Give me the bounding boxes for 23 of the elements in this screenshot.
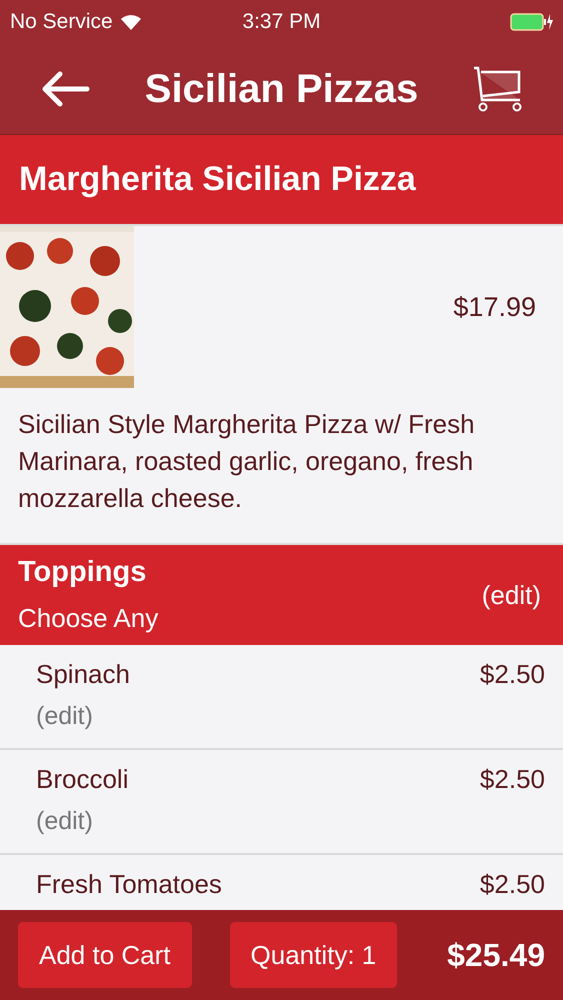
nav-title: Sicilian Pizzas <box>144 66 418 112</box>
topping-name: Broccoli <box>36 764 128 795</box>
battery-icon <box>510 13 553 31</box>
topping-name: Spinach <box>36 659 130 690</box>
wifi-icon <box>120 14 141 30</box>
status-time: 3:37 PM <box>242 10 321 34</box>
product-price: $17.99 <box>453 292 536 322</box>
product-name: Margherita Sicilian Pizza <box>19 160 416 199</box>
topping-name: Fresh Tomatoes <box>36 869 222 900</box>
topping-price: $2.50 <box>480 764 545 795</box>
back-arrow-icon[interactable] <box>42 71 90 107</box>
group-title: Toppings <box>18 556 146 588</box>
quantity-button[interactable]: Quantity: 1 <box>230 922 398 988</box>
edit-link[interactable]: (edit) <box>36 702 93 731</box>
topping-price: $2.50 <box>480 659 545 690</box>
edit-link[interactable]: (edit) <box>36 807 93 836</box>
group-subtitle: Choose Any <box>18 603 158 634</box>
cart-icon[interactable] <box>473 66 523 112</box>
edit-link[interactable]: (edit) <box>482 580 541 610</box>
total-price: $25.49 <box>447 936 545 974</box>
topping-price: $2.50 <box>480 869 545 900</box>
carrier-label: No Service <box>10 10 113 34</box>
add-to-cart-button[interactable]: Add to Cart <box>18 922 192 988</box>
